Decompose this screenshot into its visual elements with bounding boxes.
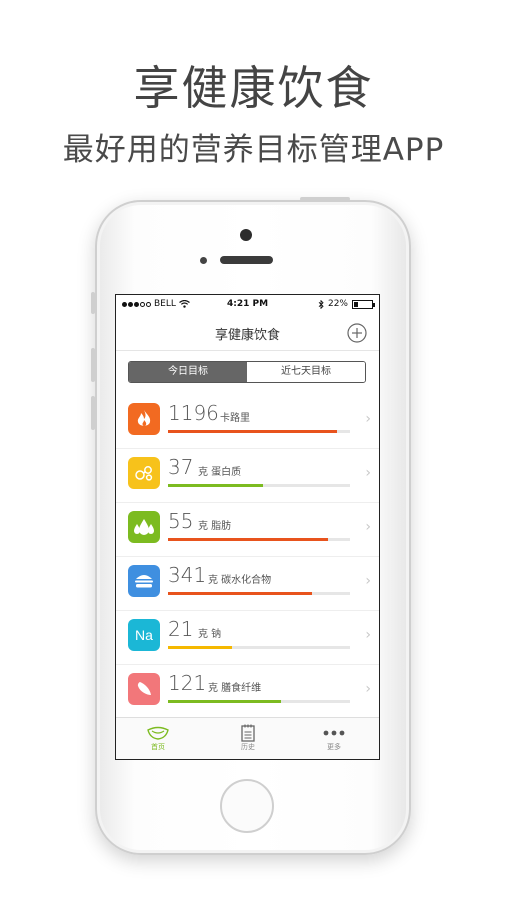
mute-switch	[91, 292, 95, 314]
nutrient-unit: 克 钠	[198, 629, 222, 640]
nutrient-row-protein[interactable]: 37 克 蛋白质 ›	[116, 449, 379, 503]
burger-icon	[128, 565, 160, 597]
tab-more[interactable]: 更多	[304, 724, 364, 752]
plus-circle-icon[interactable]	[347, 323, 367, 343]
chevron-right-icon: ›	[365, 519, 371, 535]
progress-bar	[168, 700, 281, 703]
progress-track	[168, 646, 350, 649]
nutrient-row-calories[interactable]: 1196 卡路里 ›	[116, 395, 379, 449]
progress-track	[168, 484, 350, 487]
chevron-right-icon: ›	[365, 573, 371, 589]
chevron-right-icon: ›	[365, 681, 371, 697]
progress-bar	[168, 592, 312, 595]
egg-molecule-icon	[128, 457, 160, 489]
tab-label: 首页	[151, 743, 165, 751]
progress-track	[168, 592, 350, 595]
nutrient-unit: 克 脂肪	[198, 521, 232, 532]
drops-icon	[128, 511, 160, 543]
nutrient-value: 21	[168, 617, 194, 641]
progress-bar	[168, 646, 232, 649]
nutrient-row-sodium[interactable]: Na 21 克 钠 ›	[116, 611, 379, 665]
more-dots-icon	[323, 730, 345, 736]
battery-percent: 22%	[327, 299, 348, 309]
battery-icon	[352, 299, 375, 309]
app-screen: BELL 4:21 PM 22% 享健康饮食 今日目标 近七天目标 1196 卡…	[115, 294, 380, 760]
nutrient-value: 1196	[168, 401, 219, 425]
front-camera	[240, 229, 252, 241]
tab-label: 历史	[241, 743, 255, 751]
tab-history[interactable]: 历史	[218, 724, 278, 752]
progress-bar	[168, 484, 263, 487]
sodium-icon: Na	[128, 619, 160, 651]
progress-bar	[168, 430, 338, 433]
navigation-bar: 享健康饮食	[116, 315, 379, 351]
fiber-icon	[128, 673, 160, 705]
bowl-icon	[147, 726, 169, 740]
nutrient-unit: 卡路里	[220, 413, 250, 424]
home-button[interactable]	[220, 779, 274, 833]
nutrient-value: 55	[168, 509, 194, 533]
tab-label: 更多	[327, 743, 341, 751]
nutrient-value: 341	[168, 563, 207, 587]
chevron-right-icon: ›	[365, 411, 371, 427]
chevron-right-icon: ›	[365, 627, 371, 643]
earpiece-speaker	[220, 256, 273, 264]
nutrient-unit: 克 膳食纤维	[208, 683, 262, 694]
flame-icon	[128, 403, 160, 435]
segment-seven-day-goal[interactable]: 近七天目标	[247, 362, 365, 382]
nutrient-row-carbohydrate[interactable]: 341 克 碳水化合物 ›	[116, 557, 379, 611]
nutrient-value: 121	[168, 671, 207, 695]
tab-bar: 首页 历史 更多	[116, 717, 379, 759]
progress-track	[168, 700, 350, 703]
nutrient-unit: 克 碳水化合物	[208, 575, 272, 586]
promo-subtitle: 最好用的营养目标管理APP	[62, 132, 445, 168]
segment-today-goal[interactable]: 今日目标	[129, 362, 247, 382]
proximity-sensor	[200, 257, 207, 264]
nutrient-list: 1196 卡路里 › 37 克 蛋白质 › 55 克 脂肪 › 341 克 碳水…	[116, 395, 379, 719]
goal-period-segmented-control: 今日目标 近七天目标	[128, 361, 366, 383]
volume-up-button	[91, 348, 95, 382]
nutrient-row-fat[interactable]: 55 克 脂肪 ›	[116, 503, 379, 557]
chevron-right-icon: ›	[365, 465, 371, 481]
progress-track	[168, 430, 350, 433]
progress-track	[168, 538, 350, 541]
nutrient-value: 37	[168, 455, 194, 479]
sodium-symbol: Na	[135, 627, 153, 643]
nutrient-row-fiber[interactable]: 121 克 膳食纤维 ›	[116, 665, 379, 719]
notebook-icon	[241, 724, 255, 742]
tab-home[interactable]: 首页	[128, 724, 188, 752]
nutrient-unit: 克 蛋白质	[198, 467, 242, 478]
volume-down-button	[91, 396, 95, 430]
bluetooth-icon	[318, 299, 324, 309]
power-button	[300, 197, 350, 201]
status-bar: BELL 4:21 PM 22%	[116, 295, 379, 315]
promo-title: 享健康饮食	[133, 61, 374, 115]
progress-bar	[168, 538, 329, 541]
nav-title: 享健康饮食	[214, 328, 280, 343]
